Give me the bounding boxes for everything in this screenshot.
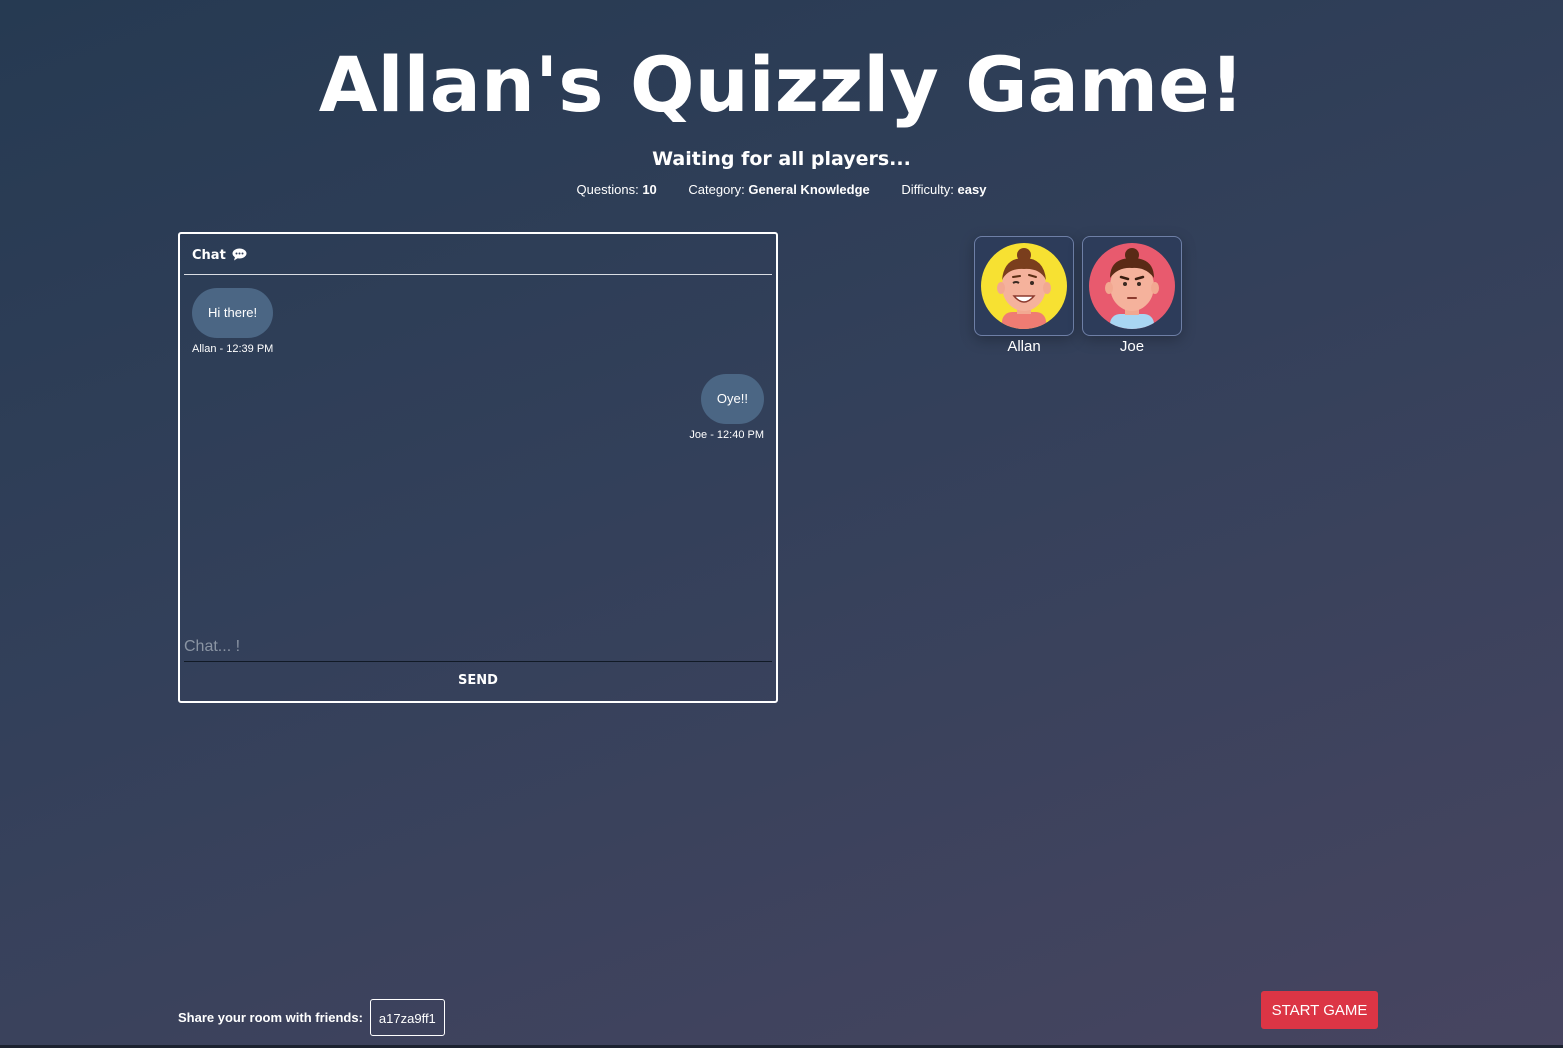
avatar-joe-icon <box>1089 243 1175 329</box>
category-value: General Knowledge <box>748 182 870 197</box>
message-bubble: Hi there! <box>192 288 274 338</box>
chat-message: Oye!! Joe - 12:40 PM <box>689 374 764 441</box>
difficulty-setting: Difficulty: easy <box>901 182 986 197</box>
chat-message: Hi there! Allan - 12:39 PM <box>192 288 273 355</box>
questions-label: Questions: <box>576 182 639 197</box>
player-name: Joe <box>1119 338 1145 355</box>
send-button[interactable]: SEND <box>184 664 772 696</box>
questions-setting: Questions: 10 <box>577 182 657 197</box>
player-card: Allan <box>974 236 1074 355</box>
avatar-allan-icon <box>981 243 1067 329</box>
room-code[interactable]: a17za9ff1 <box>369 999 445 1036</box>
player-avatar-frame <box>1082 236 1182 336</box>
chat-input[interactable] <box>184 632 772 662</box>
player-avatar-frame <box>974 236 1074 336</box>
difficulty-label: Difficulty: <box>901 182 954 197</box>
difficulty-value: easy <box>957 182 987 197</box>
share-room: Share your room with friends: a17za9ff1 <box>178 999 445 1036</box>
category-setting: Category: General Knowledge <box>688 182 869 197</box>
waiting-status: Waiting for all players... <box>652 148 911 170</box>
message-author-time: Allan - 12:39 PM <box>192 343 274 355</box>
game-settings: Questions: 10 Category: General Knowledg… <box>0 182 1563 197</box>
category-label: Category: <box>688 182 745 197</box>
message-author-time: Joe - 12:40 PM <box>689 429 764 441</box>
game-title: Allan's Quizzly Game! <box>318 40 1245 129</box>
chat-title: Chat <box>192 248 226 263</box>
chat-panel: Chat Hi there! Allan - 12:39 PM Oye!! Jo… <box>178 232 778 703</box>
message-bubble: Oye!! <box>700 374 764 424</box>
start-game-button[interactable]: START GAME <box>1261 991 1378 1029</box>
speech-bubble-icon <box>232 248 247 265</box>
questions-value: 10 <box>642 182 657 197</box>
share-label: Share your room with friends: <box>178 1010 363 1025</box>
chat-header: Chat <box>184 234 772 275</box>
player-name: Allan <box>1007 338 1041 355</box>
player-card: Joe <box>1082 236 1182 355</box>
